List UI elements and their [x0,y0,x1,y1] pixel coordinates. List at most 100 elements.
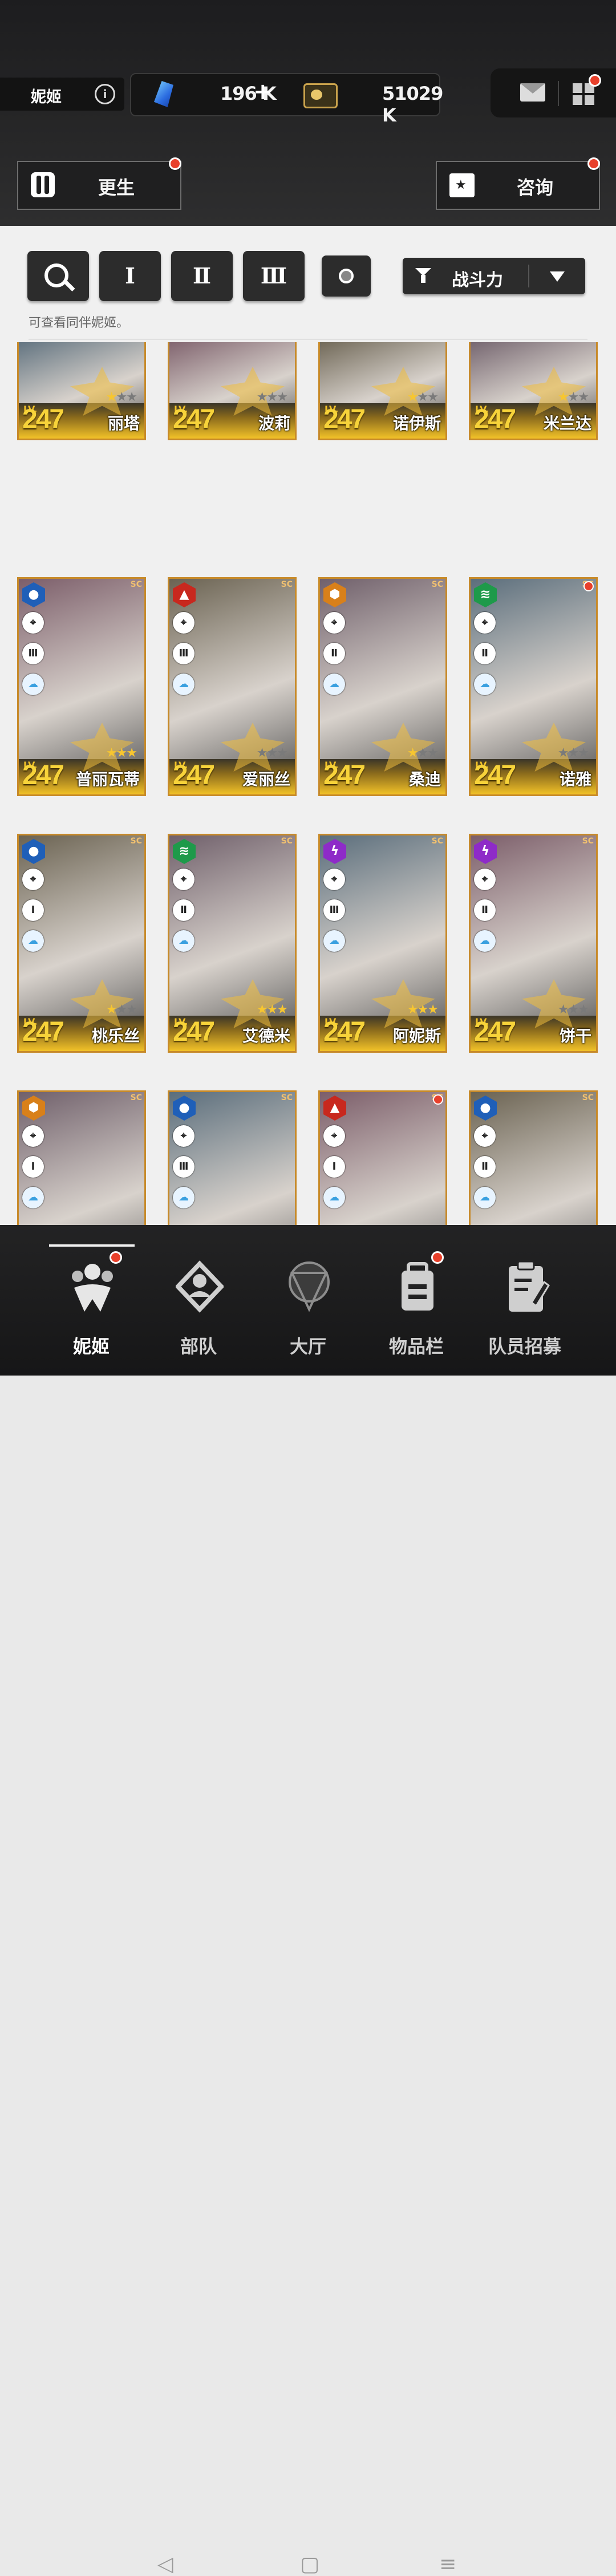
weapon-icon: ⌖ [22,1125,44,1147]
star-icon: ★ [277,1003,288,1017]
nikke-name: 普丽瓦蒂 [75,770,140,789]
star-icon: ★ [126,746,137,760]
sort-dropdown[interactable]: 战斗力 [403,258,585,294]
top-right-actions [491,68,616,117]
star-icon: ★ [578,390,589,404]
nikke-card[interactable]: SC●⌖Ⅱ☁★★★LV.247婴宁 [469,1090,598,1225]
weapon-icon: ⌖ [22,612,44,634]
star-rating: ★★★ [407,390,439,404]
weapon-icon: ⌖ [474,1125,496,1147]
star-icon: ★ [256,746,268,760]
star-rating: ★★★ [558,390,589,404]
search-button[interactable] [27,251,89,301]
filter-burst-3[interactable]: Ⅲ [243,251,305,301]
lobby-icon [289,1261,330,1312]
nav-nikke[interactable]: 妮姬 [34,1248,148,1362]
nikke-card[interactable]: SC ▲ ⌖ Ⅲ ☁ ★★★ LV. 247 爱丽丝 [168,577,297,796]
star-icon: ★ [266,746,278,760]
notification-dot [587,157,600,170]
class-icon: ☁ [474,674,496,695]
star-icon: ★ [256,1003,268,1017]
star-rating: ★★★ [407,1003,439,1017]
nikke-icon [72,1264,113,1312]
notification-dot [169,157,181,170]
nav-recruit[interactable]: 队员招募 [468,1248,582,1362]
level-value: 247 [22,1017,64,1047]
filter-toggle-button[interactable] [322,255,371,297]
star-icon: ★ [106,390,117,404]
sc-badge: SC [281,1093,293,1102]
consult-button[interactable]: 咨询 [436,157,600,210]
rebirth-button[interactable]: 更生 [17,157,181,210]
star-icon: ★ [116,746,128,760]
nikke-card[interactable]: SC ⬢ ⌖ Ⅱ ☁ ★★★ LV. 247 桑迪 [318,577,447,796]
sc-badge: SC [431,580,443,589]
notification-dot [433,1094,443,1105]
burst-icon: Ⅱ [474,899,496,921]
class-icon: ☁ [173,674,194,695]
weapon-icon: ⌖ [474,612,496,634]
sc-badge: SC [281,837,293,846]
burst-icon: Ⅰ [323,1156,345,1178]
nikke-card[interactable]: ★★★ LV. 247 波莉 [168,342,297,440]
mail-icon[interactable] [520,83,545,102]
system-home-icon[interactable]: ▢ [300,2553,319,2576]
rebirth-label: 更生 [98,177,135,198]
weapon-icon: ⌖ [323,612,345,634]
nikke-card[interactable]: SC●⌖Ⅲ☁★★★LV.247海伦 [168,1090,297,1225]
class-icon: ☁ [22,930,44,952]
class-icon: ☁ [323,674,345,695]
nikke-card[interactable]: ★★★ LV. 247 米兰达 [469,342,598,440]
grid-menu-icon[interactable] [573,83,594,105]
nav-inventory[interactable]: 物品栏 [359,1248,473,1362]
weapon-icon: ⌖ [173,869,194,890]
nikke-card[interactable]: SC≋⌖Ⅱ☁★★★LV.247诺雅 [469,577,598,796]
burst-icon: Ⅱ [173,899,194,921]
system-back-icon[interactable]: ◁ [157,2553,173,2576]
nikke-card[interactable]: ★★★ LV. 247 诺伊斯 [318,342,447,440]
star-icon: ★ [116,1003,128,1017]
nikke-card[interactable]: SC ϟ ⌖ Ⅲ ☁ ★★★ LV. 247 阿妮斯 [318,834,447,1053]
nikke-card[interactable]: SC ● ⌖ Ⅲ ☁ ★★★ LV. 247 普丽瓦蒂 [17,577,146,796]
nav-squad[interactable]: 部队 [141,1248,256,1362]
nikke-card[interactable]: SC⬢⌖Ⅰ☁★★★LV.247长发公主 [17,1090,146,1225]
level-value: 247 [474,760,516,790]
system-recents-icon[interactable]: ≡ [439,2553,456,2576]
nikke-name: 艾德米 [242,1027,290,1045]
info-icon[interactable]: i [95,84,115,104]
star-icon: ★ [427,746,439,760]
nav-lobby[interactable]: 大厅 [251,1248,365,1362]
level-value: 247 [22,760,64,790]
nikke-card[interactable]: SC ϟ ⌖ Ⅱ ☁ ★★★ LV. 247 饼干 [469,834,598,1053]
nikke-name: 桑迪 [408,770,441,789]
level-value: 247 [474,404,516,435]
filter-burst-1[interactable]: Ⅰ [99,251,161,301]
star-rating: ★★★ [106,1003,137,1017]
nikke-name: 诺伊斯 [392,414,441,433]
nikke-card[interactable]: SC ● ⌖ Ⅰ ☁ ★★★ LV. 247 桃乐丝 [17,834,146,1053]
nikke-name: 诺雅 [559,770,591,789]
class-icon: ☁ [474,930,496,952]
weapon-icon: ⌖ [173,1125,194,1147]
class-icon: ☁ [22,674,44,695]
nikke-card[interactable]: SC▲⌖Ⅰ☁★★★LV.247艾玛 [318,1090,447,1225]
star-icon: ★ [578,746,589,760]
divider [528,265,529,287]
tab-title: 妮姬 [31,88,62,106]
chevron-down-icon [550,271,565,282]
nikke-list-panel: Ⅰ Ⅱ Ⅲ 战斗力 可查看同伴妮姬。 ★★★ LV. 247 丽塔 ★★★ LV. 247 波… [0,226,616,1225]
nikke-card[interactable]: ★★★ LV. 247 丽塔 [17,342,146,440]
credit-icon [303,83,338,108]
burst-icon: Ⅱ [323,643,345,664]
filter-burst-2[interactable]: Ⅱ [171,251,233,301]
class-icon: ☁ [474,1187,496,1208]
burst-icon: Ⅱ [474,643,496,664]
level-value: 247 [173,404,215,435]
add-gem-button[interactable]: + [253,79,273,105]
nikke-card[interactable]: SC ≋ ⌖ Ⅱ ☁ ★★★ LV. 247 艾德米 [168,834,297,1053]
star-icon: ★ [557,1003,569,1017]
burst-icon: Ⅰ [22,899,44,921]
consult-label: 咨询 [517,177,554,198]
notification-dot [431,1251,444,1264]
sc-badge: SC [281,580,293,589]
